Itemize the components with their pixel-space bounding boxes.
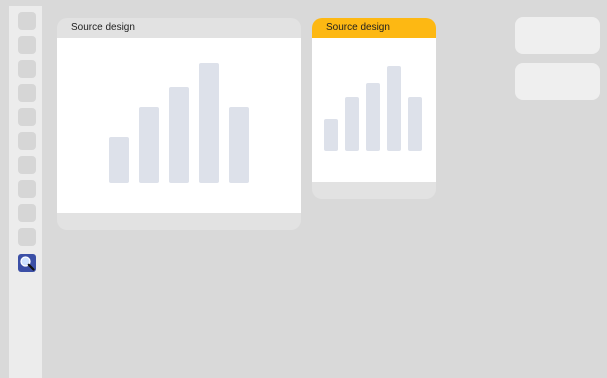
tool-button-3[interactable] — [18, 60, 36, 78]
tool-button-4[interactable] — [18, 84, 36, 102]
preview-bar — [229, 107, 249, 183]
tool-button-5[interactable] — [18, 108, 36, 126]
tool-button-10[interactable] — [18, 228, 36, 246]
card-header: Source design — [312, 18, 436, 38]
card-preview — [312, 38, 436, 182]
preview-bar — [408, 97, 422, 151]
card-header: Source design — [57, 18, 301, 38]
design-card-2-selected[interactable]: Source design — [312, 18, 436, 199]
magnifier-tool-button[interactable] — [18, 254, 36, 272]
preview-bar — [199, 63, 219, 183]
card-preview — [57, 38, 301, 213]
preview-bar — [324, 119, 338, 151]
tool-button-2[interactable] — [18, 36, 36, 54]
magnifier-icon — [20, 256, 35, 271]
card-title: Source design — [71, 22, 135, 33]
left-toolbar — [9, 6, 42, 378]
preview-bar — [345, 97, 359, 151]
preview-bar — [366, 83, 380, 151]
design-card-1[interactable]: Source design — [57, 18, 301, 230]
tool-button-8[interactable] — [18, 180, 36, 198]
card-title: Source design — [326, 22, 390, 33]
preview-bar — [387, 66, 401, 151]
right-panel-box-1 — [515, 17, 600, 54]
right-panel-box-2 — [515, 63, 600, 100]
tool-button-6[interactable] — [18, 132, 36, 150]
preview-bar — [109, 137, 129, 183]
preview-bar — [169, 87, 189, 183]
tool-button-1[interactable] — [18, 12, 36, 30]
tool-button-7[interactable] — [18, 156, 36, 174]
tool-button-9[interactable] — [18, 204, 36, 222]
preview-bar — [139, 107, 159, 183]
